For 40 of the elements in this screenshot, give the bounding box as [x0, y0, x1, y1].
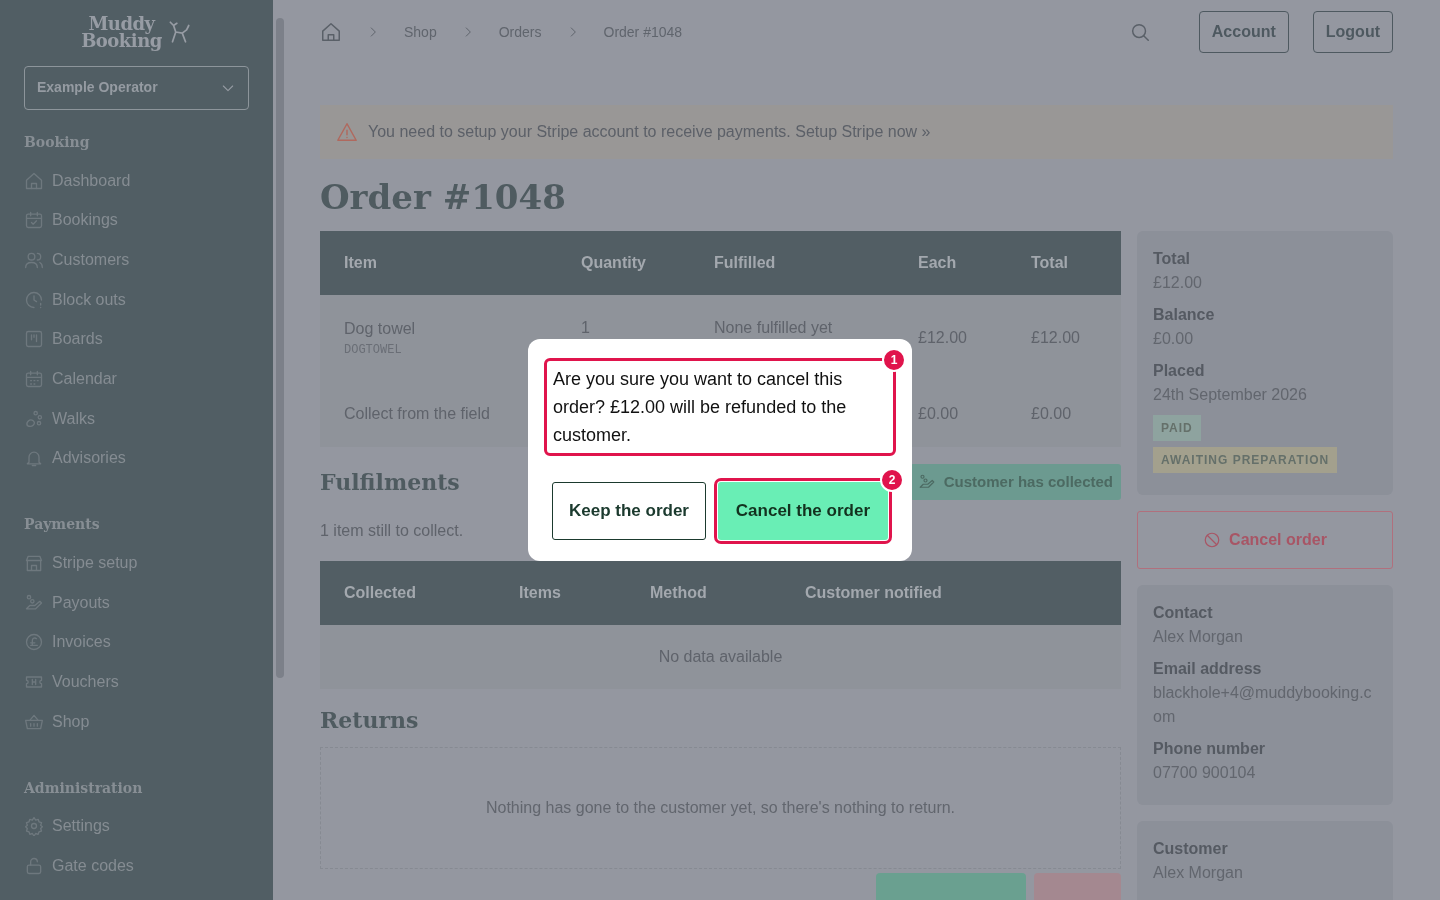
- column-header: Collected: [320, 561, 495, 625]
- cancel-order-button[interactable]: Cancel order: [1137, 511, 1393, 569]
- status-badge: AWAITING PREPARATION: [1153, 447, 1338, 473]
- operator-select[interactable]: Example Operator: [24, 66, 249, 110]
- pound-coin-icon: [24, 632, 44, 653]
- marker-badge: 1: [882, 348, 906, 372]
- column-header: Fulfilled: [690, 231, 894, 295]
- header-button[interactable]: Logout: [1312, 11, 1393, 53]
- keep-button[interactable]: Keep the order: [552, 482, 706, 540]
- calendar-icon: [24, 368, 44, 389]
- warning-icon: [336, 121, 358, 143]
- column-header: Customer notified: [781, 561, 1121, 625]
- section-heading: Returns: [320, 707, 420, 734]
- action-button[interactable]: [876, 873, 1026, 900]
- alert-message: You need to setup your Stripe account to receive payments. Setup Stripe now »: [368, 122, 931, 142]
- board-icon: [24, 329, 44, 350]
- column-header: Quantity: [557, 231, 690, 295]
- hand-coins-icon: [917, 473, 936, 491]
- paw-icon: [24, 408, 44, 429]
- logo-text: Booking: [81, 32, 162, 49]
- page-title: Order #1048: [320, 176, 567, 219]
- clock-icon: [24, 289, 44, 310]
- store-icon: [24, 553, 44, 573]
- column-header: Each: [894, 231, 1007, 295]
- column-header: Item: [320, 231, 557, 295]
- ban-icon: [1203, 531, 1222, 549]
- calendar-icon: [24, 210, 44, 231]
- logo-text: Muddy: [88, 15, 156, 32]
- gear-icon: [24, 816, 44, 837]
- column-header: Total: [1007, 231, 1121, 295]
- lock-icon: [24, 856, 44, 877]
- home-icon: [320, 21, 342, 43]
- section-heading: Fulfilments: [320, 468, 460, 496]
- column-header: Items: [495, 561, 626, 625]
- home-icon: [24, 170, 44, 191]
- header-button[interactable]: Account: [1198, 11, 1289, 53]
- marker-badge: 2: [880, 468, 904, 492]
- column-header: Method: [626, 561, 781, 625]
- hand-coins-icon: [24, 592, 44, 613]
- stripe-setup-link[interactable]: Setup Stripe now »: [795, 123, 931, 140]
